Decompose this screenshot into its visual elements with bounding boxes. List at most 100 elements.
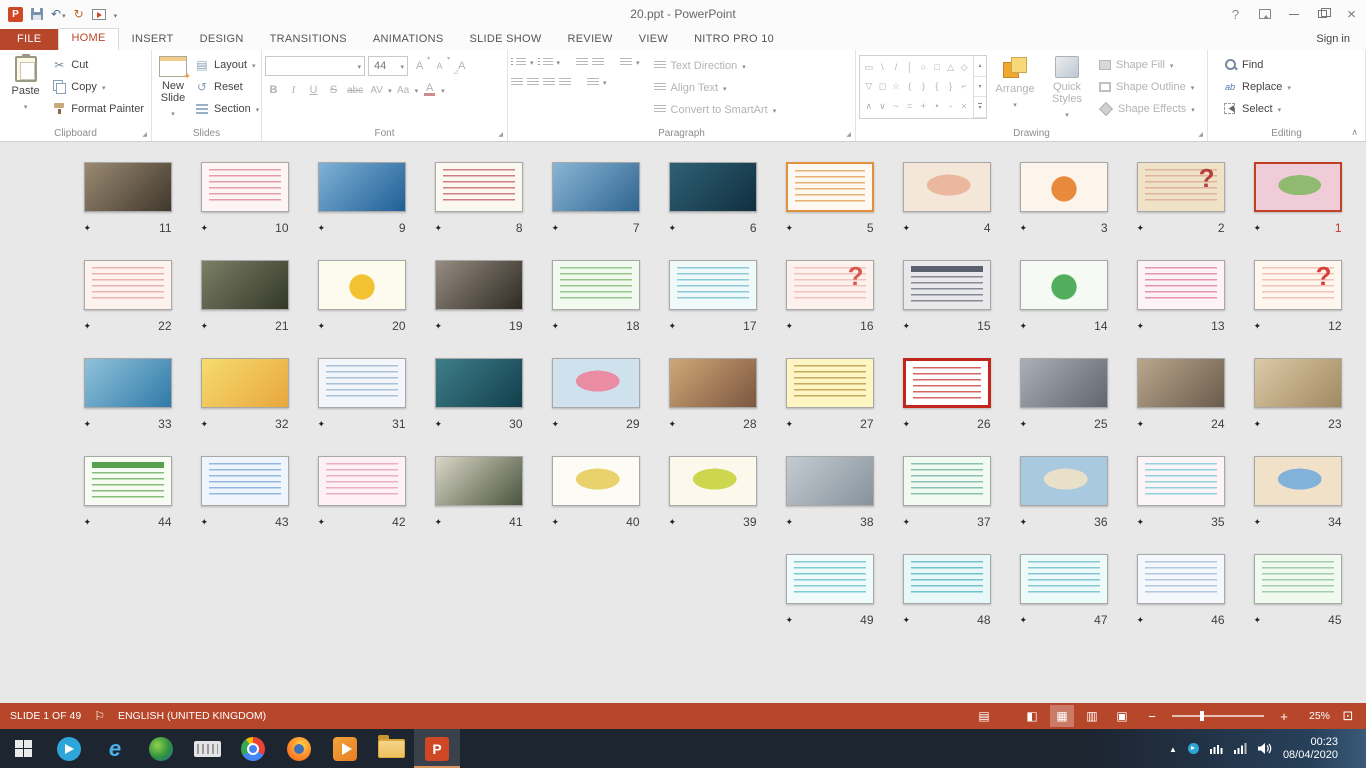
slide-thumbnail-7[interactable] (552, 162, 640, 212)
slide-thumbnail-4[interactable] (903, 162, 991, 212)
tray-activity-icon[interactable] (1210, 743, 1223, 754)
taskbar-browser-ball[interactable] (138, 729, 184, 768)
slide-thumbnail-26[interactable] (903, 358, 991, 408)
speaker-icon[interactable] (1258, 743, 1272, 754)
animation-star-icon[interactable]: ✦ (786, 419, 794, 430)
format-painter-button[interactable]: Format Painter (48, 99, 148, 118)
zoom-out-button[interactable] (1140, 705, 1164, 727)
slide-thumbnail-10[interactable] (201, 162, 289, 212)
font-dialog-launcher[interactable] (495, 130, 503, 138)
animation-star-icon[interactable]: ✦ (1137, 517, 1145, 528)
animation-star-icon[interactable]: ✦ (1254, 419, 1262, 430)
taskbar-chrome[interactable] (230, 729, 276, 768)
customize-qat-button[interactable] (114, 7, 118, 21)
tray-telegram-icon[interactable] (1188, 743, 1199, 754)
slide-thumbnail-23[interactable] (1254, 358, 1342, 408)
animation-star-icon[interactable]: ✦ (1137, 419, 1145, 430)
reset-button[interactable]: Reset (191, 77, 263, 96)
slide-thumbnail-44[interactable] (84, 456, 172, 506)
animation-star-icon[interactable]: ✦ (552, 321, 560, 332)
animation-star-icon[interactable]: ✦ (1020, 517, 1028, 528)
slide-thumbnail-31[interactable] (318, 358, 406, 408)
collapse-ribbon-button[interactable] (1351, 126, 1358, 138)
animation-star-icon[interactable]: ✦ (1254, 223, 1262, 234)
animation-star-icon[interactable]: ✦ (84, 223, 92, 234)
animation-star-icon[interactable]: ✦ (903, 517, 911, 528)
animation-star-icon[interactable]: ✦ (435, 419, 443, 430)
tab-animations[interactable]: ANIMATIONS (360, 29, 457, 50)
slide-sorter-view-button[interactable] (1050, 705, 1074, 727)
proofing-language-icon[interactable] (94, 709, 105, 723)
slide-thumbnail-32[interactable] (201, 358, 289, 408)
slide-thumbnail-34[interactable] (1254, 456, 1342, 506)
taskbar-clock[interactable]: 00:23 08/04/2020 (1283, 736, 1338, 762)
slide-thumbnail-27[interactable] (786, 358, 874, 408)
language-label[interactable]: ENGLISH (UNITED KINGDOM) (118, 710, 266, 722)
slide-thumbnail-29[interactable] (552, 358, 640, 408)
taskbar-powerpoint[interactable] (414, 729, 460, 768)
slide-thumbnail-41[interactable] (435, 456, 523, 506)
clipboard-dialog-launcher[interactable] (139, 130, 147, 138)
shapes-gallery-scrollbar[interactable] (973, 56, 986, 118)
animation-star-icon[interactable]: ✦ (201, 517, 209, 528)
slide-thumbnail-15[interactable] (903, 260, 991, 310)
animation-star-icon[interactable]: ✦ (669, 419, 677, 430)
animation-star-icon[interactable]: ✦ (669, 517, 677, 528)
new-slide-button[interactable]: New Slide (155, 51, 191, 119)
replace-button[interactable]: Replace (1219, 77, 1295, 96)
start-from-beginning-button[interactable] (92, 9, 106, 20)
animation-star-icon[interactable]: ✦ (318, 321, 326, 332)
slide-thumbnail-36[interactable] (1020, 456, 1108, 506)
slide-thumbnail-48[interactable] (903, 554, 991, 604)
animation-star-icon[interactable]: ✦ (84, 517, 92, 528)
layout-button[interactable]: Layout (191, 55, 263, 74)
animation-star-icon[interactable]: ✦ (903, 615, 911, 626)
slide-thumbnail-16[interactable]: ? (786, 260, 874, 310)
animation-star-icon[interactable]: ✦ (84, 419, 92, 430)
animation-star-icon[interactable]: ✦ (552, 419, 560, 430)
taskbar-firefox[interactable] (276, 729, 322, 768)
paragraph-dialog-launcher[interactable] (843, 130, 851, 138)
animation-star-icon[interactable]: ✦ (1020, 615, 1028, 626)
tab-transitions[interactable]: TRANSITIONS (257, 29, 360, 50)
animation-star-icon[interactable]: ✦ (1020, 419, 1028, 430)
animation-star-icon[interactable]: ✦ (318, 223, 326, 234)
animation-star-icon[interactable]: ✦ (435, 223, 443, 234)
slide-thumbnail-8[interactable] (435, 162, 523, 212)
animation-star-icon[interactable]: ✦ (201, 223, 209, 234)
animation-star-icon[interactable]: ✦ (1137, 615, 1145, 626)
drawing-dialog-launcher[interactable] (1195, 130, 1203, 138)
animation-star-icon[interactable]: ✦ (201, 321, 209, 332)
animation-star-icon[interactable]: ✦ (201, 419, 209, 430)
slide-thumbnail-24[interactable] (1137, 358, 1225, 408)
animation-star-icon[interactable]: ✦ (1254, 615, 1262, 626)
slide-thumbnail-42[interactable] (318, 456, 406, 506)
zoom-slider[interactable] (1172, 715, 1264, 717)
animation-star-icon[interactable]: ✦ (1020, 223, 1028, 234)
tab-nitro-pro[interactable]: NITRO PRO 10 (681, 29, 787, 50)
normal-view-button[interactable] (1020, 705, 1044, 727)
tab-design[interactable]: DESIGN (187, 29, 257, 50)
slide-thumbnail-49[interactable] (786, 554, 874, 604)
animation-star-icon[interactable]: ✦ (903, 223, 911, 234)
zoom-in-button[interactable] (1272, 705, 1296, 727)
help-button[interactable] (1221, 0, 1250, 28)
animation-star-icon[interactable]: ✦ (318, 517, 326, 528)
save-button[interactable] (31, 8, 43, 20)
animation-star-icon[interactable]: ✦ (1020, 321, 1028, 332)
slide-thumbnail-20[interactable] (318, 260, 406, 310)
slide-thumbnail-11[interactable] (84, 162, 172, 212)
animation-star-icon[interactable]: ✦ (903, 419, 911, 430)
tray-expand-icon[interactable] (1169, 743, 1177, 755)
fit-slide-to-window-button[interactable] (1336, 705, 1360, 727)
copy-button[interactable]: Copy (48, 77, 148, 96)
slide-thumbnail-12[interactable]: ? (1254, 260, 1342, 310)
restore-button[interactable] (1308, 0, 1337, 28)
notes-button[interactable] (972, 705, 996, 727)
taskbar-file-explorer[interactable] (368, 729, 414, 768)
slide-thumbnail-22[interactable] (84, 260, 172, 310)
slide-thumbnail-14[interactable] (1020, 260, 1108, 310)
tab-review[interactable]: REVIEW (555, 29, 626, 50)
slide-thumbnail-19[interactable] (435, 260, 523, 310)
ribbon-display-options-button[interactable] (1250, 0, 1279, 28)
